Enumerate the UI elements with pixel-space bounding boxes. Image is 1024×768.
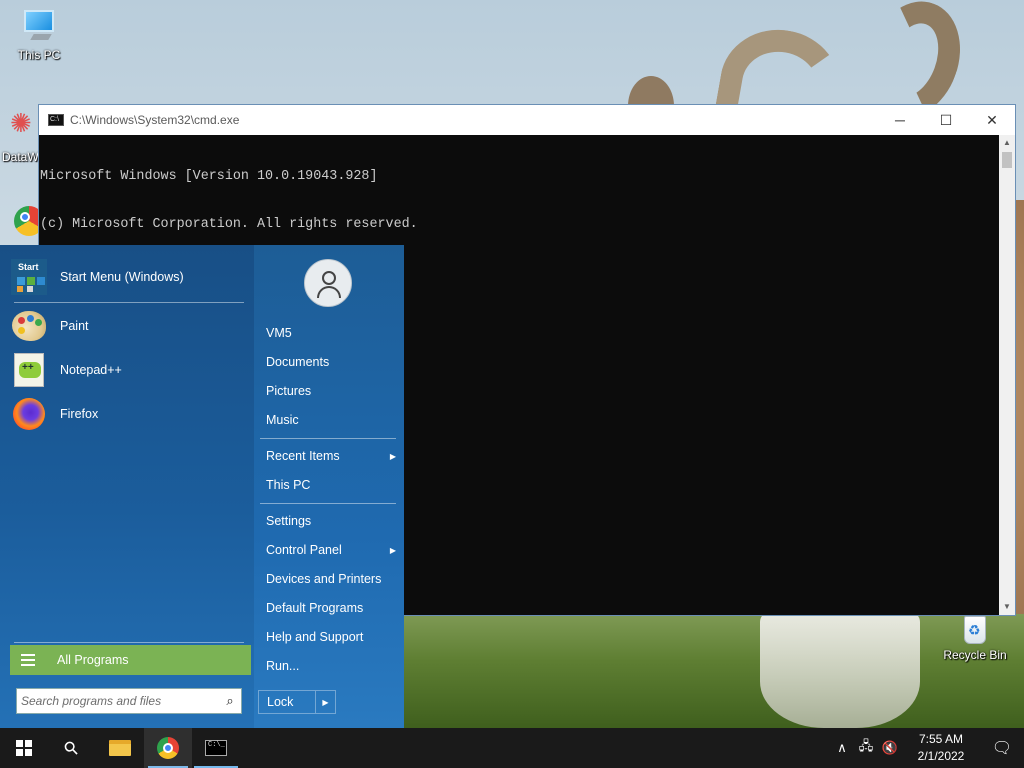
notification-center-icon[interactable]: 🗨 bbox=[980, 738, 1024, 758]
firefox-icon bbox=[10, 395, 48, 433]
cmd-line: (c) Microsoft Corporation. All rights re… bbox=[40, 217, 418, 232]
pinned-paint[interactable]: Paint bbox=[10, 304, 246, 348]
system-tray: ∧ 🖧 🔇 7:55 AM 2/1/2022 🗨 bbox=[830, 728, 1024, 768]
menu-item-run[interactable]: Run... bbox=[266, 654, 398, 678]
menu-item-control-panel[interactable]: Control Panel ▶ bbox=[266, 538, 398, 562]
cmd-taskbar-button[interactable]: C:\_ bbox=[192, 728, 240, 768]
search-icon: ⚲ bbox=[59, 735, 84, 760]
submenu-arrow-icon: ▶ bbox=[389, 451, 396, 461]
network-icon[interactable]: 🖧 bbox=[854, 737, 878, 759]
menu-item-label: Control Panel bbox=[266, 543, 342, 557]
start-menu-left-pane: Start Start Menu (Windows) Paint ++ Note… bbox=[0, 245, 254, 728]
start-search-box[interactable]: ⌕ bbox=[16, 688, 242, 714]
recycle-bin-icon: ♻ bbox=[960, 614, 990, 646]
start-menu: Start Start Menu (Windows) Paint ++ Note… bbox=[0, 245, 404, 728]
pinned-label: Firefox bbox=[60, 407, 99, 421]
user-avatar[interactable] bbox=[304, 259, 352, 307]
volume-muted-icon[interactable]: 🔇 bbox=[878, 740, 902, 756]
clock[interactable]: 7:55 AM 2/1/2022 bbox=[902, 731, 980, 765]
search-icon[interactable]: ⌕ bbox=[219, 693, 241, 709]
lock-label: Lock bbox=[267, 695, 294, 709]
menu-item-label: Devices and Printers bbox=[266, 572, 382, 586]
menu-item-devices-and-printers[interactable]: Devices and Printers bbox=[266, 567, 398, 591]
desktop-icon-label: Recycle Bin bbox=[943, 648, 1007, 662]
menu-item-pictures[interactable]: Pictures bbox=[266, 379, 398, 403]
taskbar: ⚲ C:\_ ∧ 🖧 🔇 7:55 AM 2/1/2022 🗨 bbox=[0, 728, 1024, 768]
pinned-firefox[interactable]: Firefox bbox=[10, 392, 246, 436]
pinned-label: Paint bbox=[60, 319, 89, 333]
start-menu-icon: Start bbox=[10, 258, 48, 296]
chrome-icon bbox=[157, 737, 179, 759]
lock-button[interactable]: Lock ▶ bbox=[258, 690, 336, 714]
menu-item-label: VM5 bbox=[266, 326, 292, 340]
start-menu-right-pane: VM5 Documents Pictures Music Recent Item… bbox=[254, 245, 404, 728]
cmd-line: Microsoft Windows [Version 10.0.19043.92… bbox=[40, 169, 378, 184]
all-programs-label: All Programs bbox=[57, 653, 129, 667]
menu-item-label: Help and Support bbox=[266, 630, 364, 644]
cmd-scrollbar[interactable]: ▲ ▼ bbox=[999, 135, 1015, 615]
terminal-icon: C:\_ bbox=[205, 740, 227, 756]
start-button[interactable] bbox=[0, 728, 48, 768]
menu-item-documents[interactable]: Documents bbox=[266, 350, 398, 374]
menu-item-vm5[interactable]: VM5 bbox=[266, 321, 398, 345]
menu-item-settings[interactable]: Settings bbox=[266, 509, 398, 533]
folder-icon bbox=[109, 740, 131, 756]
desktop-icon-dataw[interactable]: ✺ DataW bbox=[0, 108, 40, 164]
menu-item-default-programs[interactable]: Default Programs bbox=[266, 596, 398, 620]
pinned-label: Notepad++ bbox=[60, 363, 122, 377]
start-menu-app-icon: Start bbox=[11, 259, 47, 295]
menu-item-label: Run... bbox=[266, 659, 300, 673]
pinned-notepadpp[interactable]: ++ Notepad++ bbox=[10, 348, 246, 392]
menu-item-label: Pictures bbox=[266, 384, 312, 398]
clock-time: 7:55 AM bbox=[918, 732, 964, 746]
menu-item-label: Recent Items bbox=[266, 449, 340, 463]
menu-item-label: Settings bbox=[266, 514, 312, 528]
desktop-icon-recycle-bin[interactable]: ♻ Recycle Bin bbox=[940, 614, 1010, 662]
menu-item-music[interactable]: Music bbox=[266, 408, 398, 432]
cmd-title: C:\Windows\System32\cmd.exe bbox=[70, 113, 240, 127]
separator bbox=[260, 438, 396, 439]
scroll-thumb[interactable] bbox=[1002, 152, 1012, 168]
wallpaper-fur bbox=[760, 612, 920, 728]
desktop-icon-label: This PC bbox=[17, 48, 61, 62]
menu-item-this-pc[interactable]: This PC bbox=[266, 473, 398, 497]
menu-item-label: This PC bbox=[266, 478, 311, 492]
list-icon bbox=[21, 651, 35, 669]
desktop-icon-label: DataW bbox=[2, 150, 39, 164]
menu-item-label: Default Programs bbox=[266, 601, 364, 615]
menu-item-label: Documents bbox=[266, 355, 330, 369]
maximize-button[interactable]: ☐ bbox=[923, 105, 969, 135]
lock-options-arrow-icon[interactable]: ▶ bbox=[315, 691, 335, 713]
scroll-up-icon[interactable]: ▲ bbox=[999, 135, 1015, 151]
clock-date: 2/1/2022 bbox=[917, 749, 965, 763]
minimize-button[interactable]: ─ bbox=[877, 105, 923, 135]
notepadpp-icon: ++ bbox=[10, 351, 48, 389]
separator bbox=[260, 503, 396, 504]
computer-icon bbox=[22, 10, 56, 46]
scroll-down-icon[interactable]: ▼ bbox=[999, 599, 1015, 615]
file-explorer-button[interactable] bbox=[96, 728, 144, 768]
close-button[interactable]: ✕ bbox=[969, 105, 1015, 135]
menu-item-help-and-support[interactable]: Help and Support bbox=[266, 625, 398, 649]
search-input[interactable] bbox=[17, 694, 219, 708]
pinned-start-menu-windows[interactable]: Start Start Menu (Windows) bbox=[10, 255, 246, 299]
dataw-icon: ✺ bbox=[10, 108, 32, 138]
menu-item-recent-items[interactable]: Recent Items ▶ bbox=[266, 444, 398, 468]
paint-icon bbox=[10, 307, 48, 345]
desktop-icon-this-pc[interactable]: This PC bbox=[4, 10, 74, 62]
separator bbox=[14, 302, 244, 303]
separator bbox=[14, 642, 244, 643]
all-programs-button[interactable]: All Programs bbox=[10, 645, 251, 675]
menu-item-label: Music bbox=[266, 413, 299, 427]
pinned-label: Start Menu (Windows) bbox=[60, 270, 184, 284]
windows-logo-icon bbox=[16, 740, 32, 756]
search-button[interactable]: ⚲ bbox=[48, 728, 96, 768]
submenu-arrow-icon: ▶ bbox=[389, 545, 396, 555]
start-icon-text: Start bbox=[18, 262, 39, 272]
chevron-up-icon[interactable]: ∧ bbox=[830, 740, 854, 756]
cmd-title-bar[interactable]: C:\ C:\Windows\System32\cmd.exe ─ ☐ ✕ bbox=[39, 105, 1015, 135]
wallpaper-grass bbox=[404, 614, 1024, 728]
cmd-icon: C:\ bbox=[48, 114, 64, 126]
chrome-taskbar-button[interactable] bbox=[144, 728, 192, 768]
